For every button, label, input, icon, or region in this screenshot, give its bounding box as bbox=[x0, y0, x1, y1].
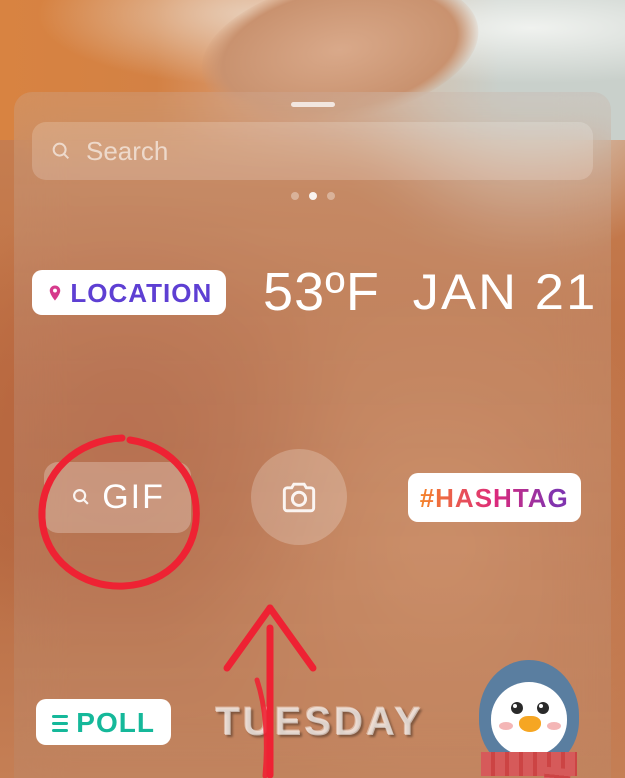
search-bar[interactable] bbox=[32, 122, 593, 180]
date-sticker[interactable]: JAN 21 bbox=[412, 263, 597, 321]
search-icon bbox=[70, 486, 92, 508]
poll-icon bbox=[52, 715, 68, 732]
penguin-sticker[interactable] bbox=[469, 652, 589, 778]
hashtag-sticker[interactable]: #HASHTAG bbox=[408, 473, 581, 522]
gif-label: GIF bbox=[102, 478, 165, 517]
page-dot-active bbox=[309, 192, 317, 200]
temperature-value: 53ºF bbox=[263, 261, 380, 323]
camera-icon bbox=[277, 475, 321, 519]
location-sticker[interactable]: LOCATION bbox=[32, 270, 226, 315]
penguin-icon bbox=[469, 652, 589, 778]
sticker-drawer[interactable]: LOCATION 53ºF JAN 21 GIF #HASHTAG bbox=[14, 92, 611, 778]
day-sticker[interactable]: TUESDAY bbox=[216, 700, 424, 745]
pin-icon bbox=[46, 282, 64, 304]
camera-sticker[interactable] bbox=[251, 449, 347, 545]
drawer-grabber[interactable] bbox=[291, 102, 335, 107]
location-label: LOCATION bbox=[70, 278, 212, 309]
page-indicator bbox=[14, 192, 611, 200]
search-icon bbox=[50, 140, 72, 162]
date-value: JAN 21 bbox=[412, 263, 597, 321]
page-dot bbox=[291, 192, 299, 200]
search-input[interactable] bbox=[86, 136, 575, 167]
poll-sticker[interactable]: POLL bbox=[36, 699, 171, 745]
hashtag-label: #HASHTAG bbox=[420, 483, 569, 514]
gif-sticker[interactable]: GIF bbox=[44, 462, 191, 533]
temperature-sticker[interactable]: 53ºF bbox=[263, 261, 380, 323]
page-dot bbox=[327, 192, 335, 200]
day-label: TUESDAY bbox=[216, 700, 424, 745]
poll-label: POLL bbox=[76, 707, 155, 739]
